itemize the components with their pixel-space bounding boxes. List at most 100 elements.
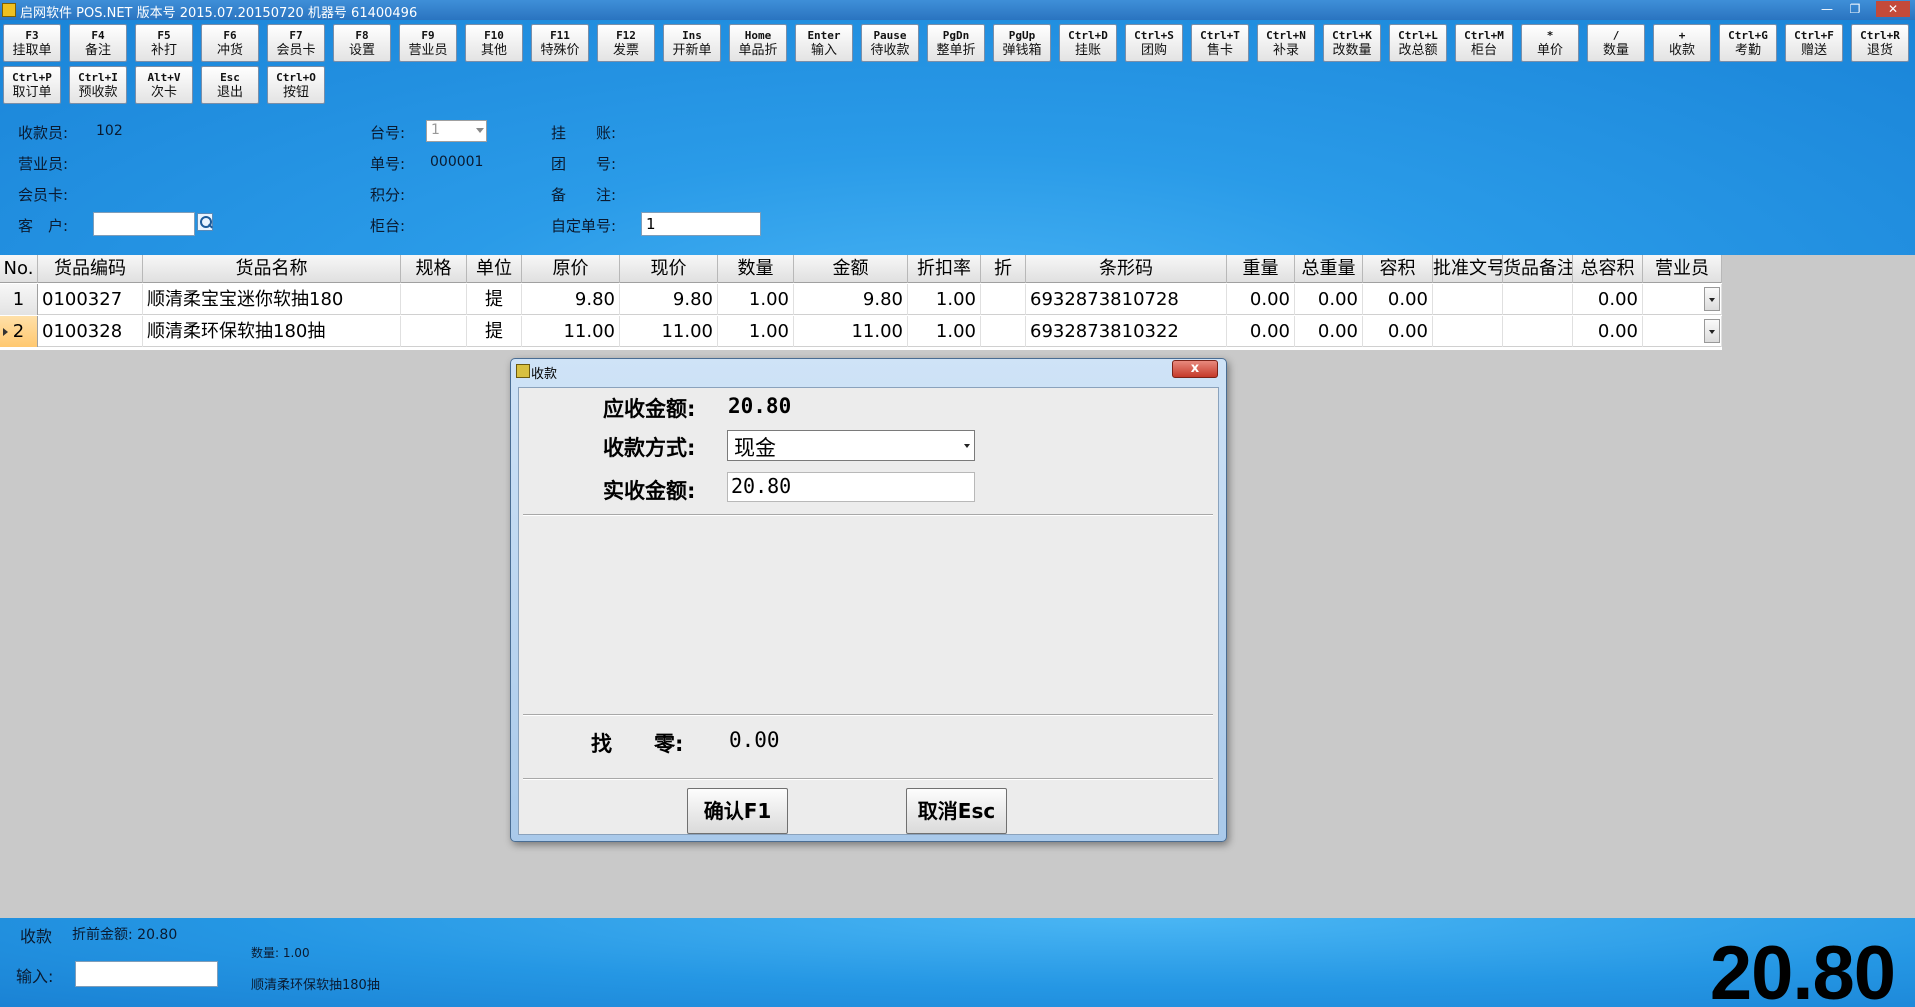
toolbar-button[interactable]: F7 会员卡 (267, 24, 325, 62)
column-header[interactable]: 货品编码 (38, 255, 143, 283)
cashier-value: 102 (96, 123, 123, 139)
dialog-icon (516, 364, 530, 378)
column-header[interactable]: 总重量 (1295, 255, 1363, 283)
custom-order-no-input[interactable]: 1 (641, 212, 761, 236)
toolbar-button[interactable]: Ctrl+K 改数量 (1323, 24, 1381, 62)
toolbar-button[interactable]: PgUp 弹钱箱 (993, 24, 1051, 62)
toolbar-button[interactable]: F4 备注 (69, 24, 127, 62)
column-header[interactable]: 重量 (1227, 255, 1295, 283)
column-header[interactable]: No. (0, 255, 38, 283)
cell-text: 顺清柔宝宝迷你软抽180 (147, 289, 344, 310)
toolbar-button[interactable]: Ctrl+T 售卡 (1191, 24, 1249, 62)
toolbar-button[interactable]: Ctrl+G 考勤 (1719, 24, 1777, 62)
cashier-label: 收款员: (18, 124, 69, 142)
column-header[interactable]: 总容积 (1573, 255, 1643, 283)
column-header[interactable]: 单位 (467, 255, 522, 283)
customer-input[interactable] (93, 212, 195, 236)
toolbar-button[interactable]: Ctrl+M 柜台 (1455, 24, 1513, 62)
toolbar-button-key: Ctrl+P (12, 71, 52, 84)
toolbar-button[interactable]: F8 设置 (333, 24, 391, 62)
minimize-button[interactable]: — (1814, 1, 1840, 17)
cell-clerk (1643, 284, 1722, 315)
toolbar-button[interactable]: F3 挂取单 (3, 24, 61, 62)
column-header[interactable]: 金额 (794, 255, 908, 283)
toolbar-button[interactable]: Ctrl+O 按钮 (267, 66, 325, 104)
amount-received-input[interactable]: 20.80 (727, 472, 975, 502)
toolbar-button[interactable]: F10 其他 (465, 24, 523, 62)
column-header[interactable]: 规格 (401, 255, 467, 283)
column-header[interactable]: 现价 (620, 255, 718, 283)
toolbar-button-key: Ctrl+L (1398, 29, 1438, 42)
pre-discount-amount: 折前金额: 20.80 (72, 927, 178, 943)
dialog-body: 应收金额: 20.80 收款方式: 现金 实收金额: 20.80 找 零: 0.… (518, 387, 1219, 835)
toolbar-button[interactable]: * 单价 (1521, 24, 1579, 62)
toolbar-button[interactable]: F11 特殊价 (531, 24, 589, 62)
column-header[interactable]: 批准文号 (1433, 255, 1503, 283)
toolbar-button[interactable]: Ctrl+F 赠送 (1785, 24, 1843, 62)
toolbar-button[interactable]: Home 单品折 (729, 24, 787, 62)
current-item-name: 顺清柔环保软抽180抽 (251, 978, 380, 993)
cell-qty: 1.00 (718, 284, 794, 315)
toolbar-button[interactable]: PgDn 整单折 (927, 24, 985, 62)
column-header[interactable]: 折 (981, 255, 1026, 283)
column-header[interactable]: 容积 (1363, 255, 1433, 283)
payment-method-select[interactable]: 现金 (727, 430, 975, 461)
confirm-button[interactable]: 确认F1 (687, 788, 788, 834)
barcode-input[interactable] (75, 961, 218, 987)
toolbar-button[interactable]: Enter 输入 (795, 24, 853, 62)
toolbar-button[interactable]: Pause 待收款 (861, 24, 919, 62)
search-icon[interactable] (197, 213, 213, 231)
toolbar-button[interactable]: F12 发票 (597, 24, 655, 62)
cancel-button[interactable]: 取消Esc (906, 788, 1007, 834)
toolbar-button[interactable]: Ctrl+S 团购 (1125, 24, 1183, 62)
order-no-label: 单号: (370, 155, 406, 173)
toolbar-button[interactable]: Ctrl+L 改总额 (1389, 24, 1447, 62)
toolbar-button[interactable]: Ctrl+N 补录 (1257, 24, 1315, 62)
cell-price: 11.00 (620, 316, 718, 347)
toolbar-button[interactable]: + 收款 (1653, 24, 1711, 62)
chevron-down-icon[interactable] (1704, 287, 1720, 311)
toolbar-button-label: 补打 (150, 43, 177, 58)
cell-text: 6932873810322 (1030, 321, 1179, 342)
table-row[interactable]: 1 0100327 顺清柔宝宝迷你软抽180 提 9.80 9.80 1.00 9.80 1.0… (0, 284, 1722, 315)
toolbar-button-key: * (1546, 29, 1554, 42)
toolbar-button[interactable]: F9 营业员 (399, 24, 457, 62)
column-header[interactable]: 原价 (522, 255, 620, 283)
toolbar-button[interactable]: Ctrl+R 退货 (1851, 24, 1909, 62)
cell-clerk (1643, 316, 1722, 347)
column-header[interactable]: 条形码 (1026, 255, 1227, 283)
cell-text: 1.00 (748, 289, 789, 310)
close-button[interactable]: ✕ (1876, 1, 1910, 17)
toolbar-button[interactable]: F6 冲货 (201, 24, 259, 62)
cell-text: 0.00 (1249, 321, 1290, 342)
toolbar-button-key: Home (744, 29, 772, 42)
toolbar-button[interactable]: Esc 退出 (201, 66, 259, 104)
maximize-button[interactable]: ❐ (1842, 1, 1868, 17)
toolbar-button-label: 挂取单 (12, 43, 52, 58)
toolbar-button-key: / (1612, 29, 1620, 42)
column-header[interactable]: 数量 (718, 255, 794, 283)
toolbar-button[interactable]: Ctrl+P 取订单 (3, 66, 61, 104)
toolbar-button-label: 开新单 (672, 43, 712, 58)
cell-total-weight: 0.00 (1295, 316, 1363, 347)
status-footer: 收款 折前金额: 20.80 输入: 数量: 1.00 顺清柔环保软抽180抽 … (0, 918, 1915, 1007)
chevron-down-icon[interactable] (1704, 319, 1720, 343)
toolbar-button[interactable]: Ins 开新单 (663, 24, 721, 62)
toolbar-button-label: 输入 (810, 43, 837, 58)
toolbar-button[interactable]: / 数量 (1587, 24, 1645, 62)
column-header[interactable]: 货品备注 (1503, 255, 1573, 283)
cell-text: 0.00 (1387, 289, 1428, 310)
toolbar-button[interactable]: Alt+V 次卡 (135, 66, 193, 104)
toolbar-button[interactable]: F5 补打 (135, 24, 193, 62)
column-header[interactable]: 货品名称 (143, 255, 401, 283)
toolbar-button[interactable]: Ctrl+I 预收款 (69, 66, 127, 104)
column-header[interactable]: 营业员 (1643, 255, 1722, 283)
column-header[interactable]: 折扣率 (908, 255, 981, 283)
cell-text: 0.00 (1387, 321, 1428, 342)
cell-text: 11.00 (563, 321, 615, 342)
toolbar-button-label: 补录 (1272, 43, 1299, 58)
dialog-close-button[interactable]: x (1172, 360, 1218, 378)
table-row[interactable]: 2 0100328 顺清柔环保软抽180抽 提 11.00 11.00 1.00 11.00 1… (0, 316, 1722, 347)
table-no-select[interactable]: 1 (426, 120, 487, 142)
toolbar-button[interactable]: Ctrl+D 挂账 (1059, 24, 1117, 62)
